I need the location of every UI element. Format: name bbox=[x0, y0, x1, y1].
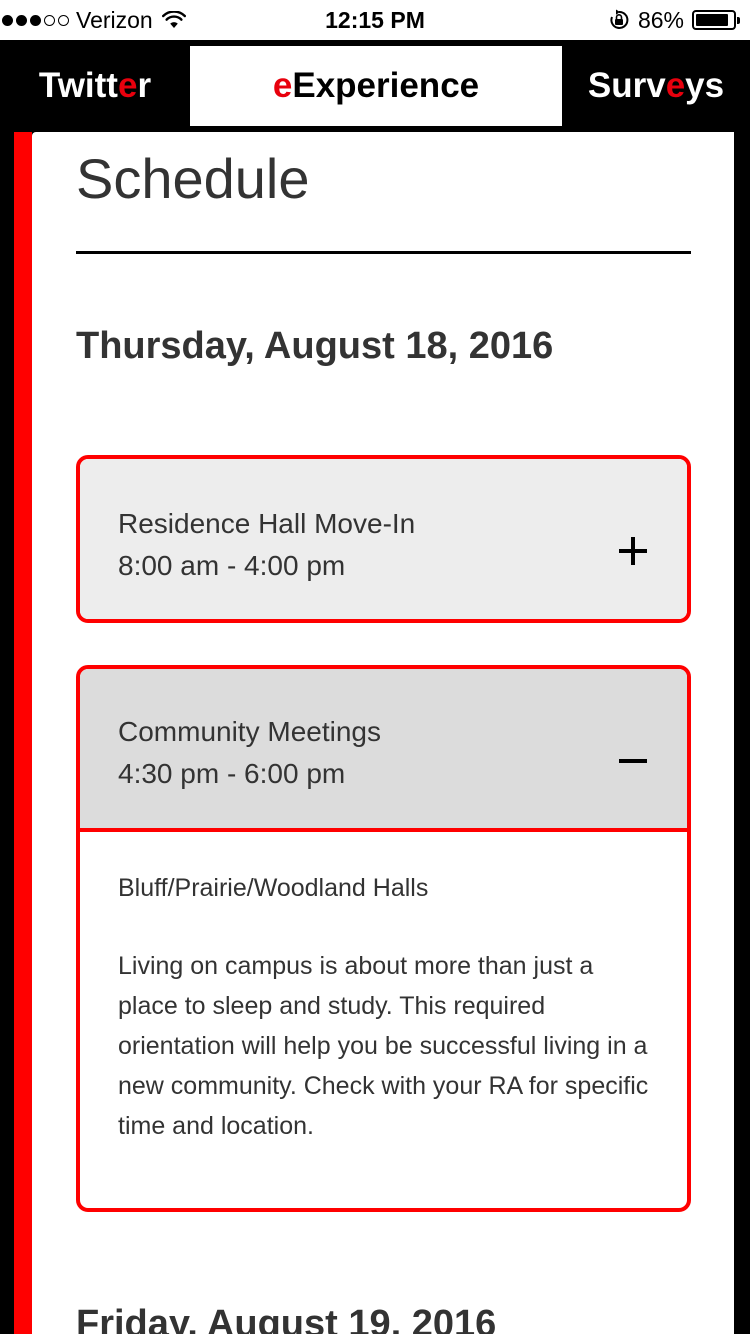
schedule-panel[interactable]: Schedule Thursday, August 18, 2016 Resid… bbox=[32, 132, 734, 1334]
event-details: Bluff/Prairie/Woodland Halls Living on c… bbox=[80, 832, 687, 1146]
event-title: Community Meetings bbox=[118, 716, 381, 747]
event-header-community-meetings[interactable]: Community Meetings 4:30 pm - 6:00 pm bbox=[80, 669, 687, 832]
tab-twitter[interactable]: Twitt e r bbox=[0, 46, 190, 126]
day-heading: Friday, August 19, 2016 bbox=[76, 1303, 497, 1334]
page-title: Schedule bbox=[76, 147, 310, 210]
status-right: 86% bbox=[608, 0, 740, 40]
day-heading: Thursday, August 18, 2016 bbox=[76, 325, 554, 367]
minus-icon[interactable] bbox=[619, 747, 647, 775]
event-description: Living on campus is about more than just… bbox=[118, 952, 649, 1140]
tab-surveys[interactable]: Surv e ys bbox=[562, 46, 750, 126]
status-bar: Verizon 12:15 PM 86% bbox=[0, 0, 750, 40]
event-card: Residence Hall Move-In 8:00 am - 4:00 pm bbox=[76, 455, 691, 623]
event-card: Community Meetings 4:30 pm - 6:00 pm Blu… bbox=[76, 665, 691, 1212]
battery-icon bbox=[692, 10, 740, 30]
title-divider bbox=[76, 251, 691, 254]
rotation-lock-icon bbox=[610, 9, 629, 29]
event-header-residence-hall-move-in[interactable]: Residence Hall Move-In 8:00 am - 4:00 pm bbox=[80, 459, 687, 619]
event-time: 4:30 pm - 6:00 pm bbox=[118, 758, 346, 789]
battery-percentage: 86% bbox=[637, 6, 684, 33]
tab-eexperience[interactable]: e Experience bbox=[190, 46, 562, 126]
event-title: Residence Hall Move-In bbox=[118, 508, 416, 539]
tab-bar: Twitt e r e Experience Surv e ys bbox=[0, 40, 750, 132]
plus-icon[interactable] bbox=[619, 537, 647, 565]
event-location: Bluff/Prairie/Woodland Halls bbox=[118, 874, 429, 902]
accent-strip bbox=[14, 132, 32, 1334]
event-time: 8:00 am - 4:00 pm bbox=[118, 550, 346, 581]
